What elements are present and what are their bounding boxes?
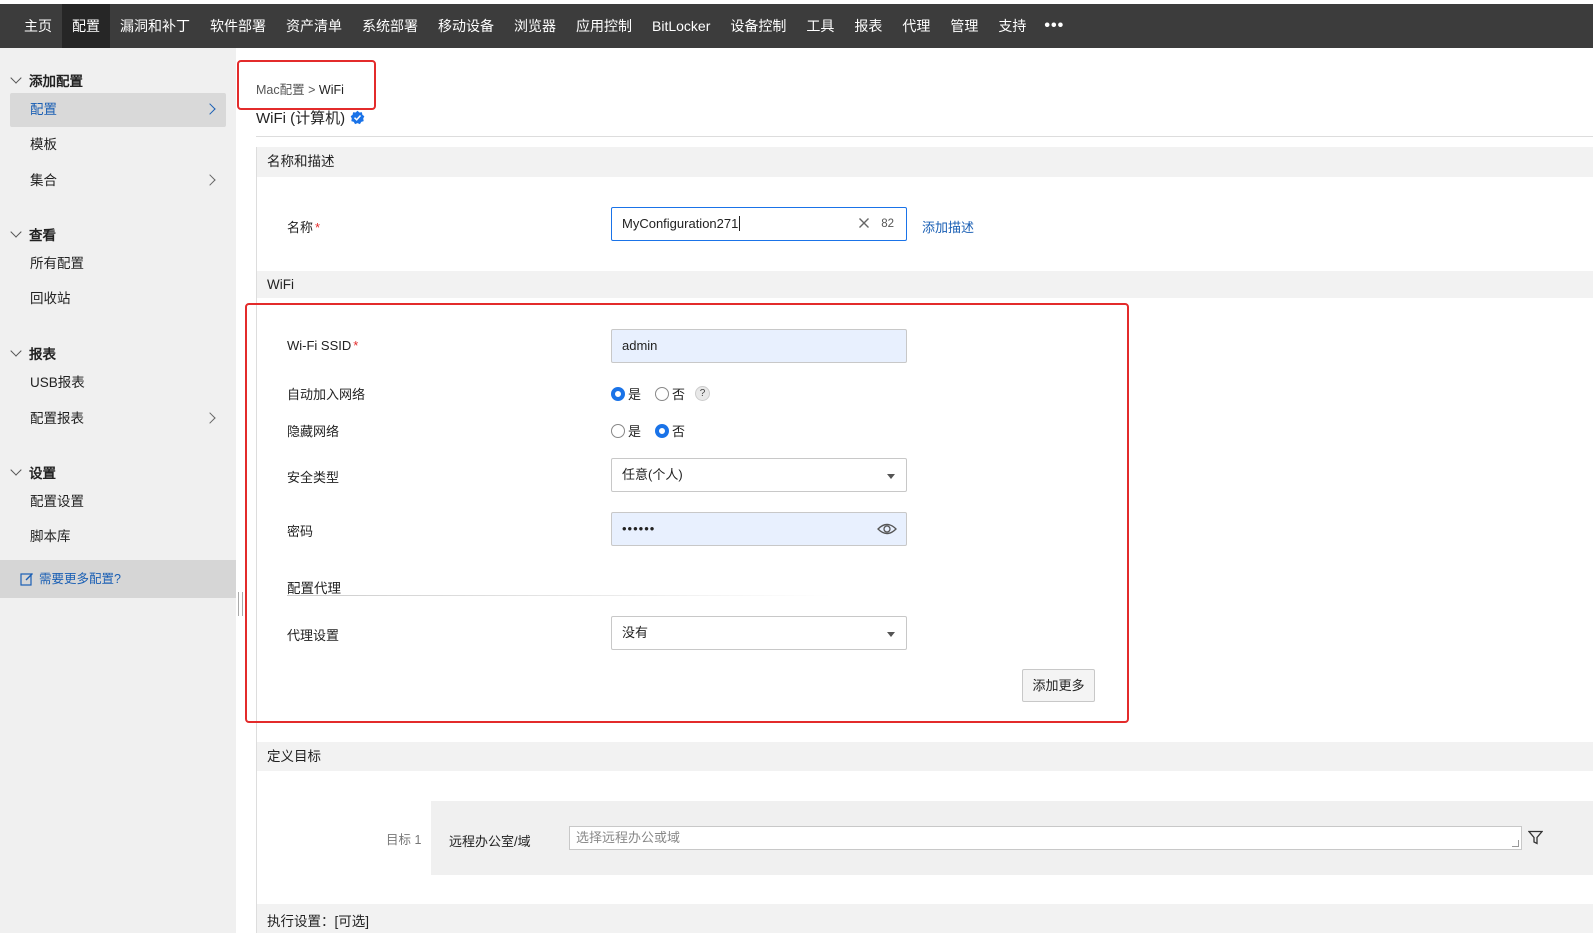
sidebar-item-recycle-bin[interactable]: 回收站 (10, 282, 226, 316)
security-type-label: 安全类型 (287, 470, 340, 485)
name-input[interactable]: MyConfiguration271 82 (611, 207, 907, 241)
verified-badge-icon (350, 110, 365, 125)
proxy-divider (287, 595, 832, 596)
sidebar-heading-settings[interactable]: 设置 (10, 462, 56, 482)
filter-icon[interactable] (1528, 830, 1543, 845)
chevron-right-icon (204, 174, 216, 186)
sidebar: 添加配置 配置 模板 集合 查看 所有配置 回收站 报表 USB报表 配置报表 … (0, 48, 236, 933)
target-number-label: 目标 1 (386, 833, 422, 847)
add-more-button[interactable]: 添加更多 (1022, 669, 1095, 702)
top-navigation: 主页 配置 漏洞和补丁 软件部署 资产清单 系统部署 移动设备 浏览器 应用控制… (0, 4, 1593, 48)
security-type-select[interactable]: 任意(个人) (611, 458, 907, 492)
nav-agent[interactable]: 代理 (892, 4, 940, 48)
ssid-input[interactable]: admin (611, 329, 907, 363)
nav-mobile-devices[interactable]: 移动设备 (428, 4, 504, 48)
nav-inventory[interactable]: 资产清单 (276, 4, 352, 48)
nav-vulnerabilities-patches[interactable]: 漏洞和补丁 (110, 4, 200, 48)
breadcrumb-current: WiFi (318, 83, 344, 97)
proxy-settings-label: 代理设置 (287, 628, 340, 643)
target-type-label: 远程办公室/域 (449, 834, 531, 849)
auto-join-no-radio[interactable] (655, 386, 670, 401)
nav-software-deployment[interactable]: 软件部署 (200, 4, 276, 48)
chevron-down-icon (10, 72, 22, 84)
chevron-down-icon (10, 226, 22, 238)
text-cursor (739, 216, 741, 231)
password-label: 密码 (287, 524, 314, 539)
nav-tools[interactable]: 工具 (796, 4, 844, 48)
nav-bitlocker[interactable]: BitLocker (642, 4, 720, 48)
dropdown-caret-icon (887, 632, 895, 637)
section-header-wifi: WiFi (257, 271, 1593, 298)
sidebar-item-all-configurations[interactable]: 所有配置 (10, 247, 226, 281)
show-password-eye-icon[interactable] (877, 521, 897, 537)
resize-handle-icon[interactable] (1512, 840, 1519, 847)
sidebar-item-usb-reports[interactable]: USB报表 (10, 366, 226, 400)
ssid-label: Wi-Fi SSID * (287, 338, 359, 353)
sidebar-heading-reports[interactable]: 报表 (10, 343, 56, 363)
sidebar-item-config-reports[interactable]: 配置报表 (10, 402, 226, 436)
auto-join-radio-group: 是 否 ? (611, 384, 711, 403)
chevron-down-icon (10, 464, 22, 476)
breadcrumb-parent[interactable]: Mac配置 (256, 83, 305, 97)
chevron-right-icon (204, 103, 216, 115)
clear-icon[interactable] (858, 217, 870, 229)
chevron-right-icon (204, 412, 216, 424)
nav-device-control[interactable]: 设备控制 (720, 4, 796, 48)
nav-os-deployment[interactable]: 系统部署 (352, 4, 428, 48)
sidebar-item-collections[interactable]: 集合 (10, 164, 226, 198)
password-input[interactable]: •••••• (611, 512, 907, 546)
page-title: WiFi (计算机) (256, 107, 365, 128)
section-header-name-description: 名称和描述 (257, 147, 1593, 177)
more-menu-icon[interactable]: ••• (1036, 4, 1072, 48)
hidden-yes-radio[interactable] (611, 423, 625, 438)
nav-support[interactable]: 支持 (988, 4, 1036, 48)
proxy-config-heading: 配置代理 (287, 581, 341, 596)
breadcrumb: Mac配置 > WiFi (256, 79, 344, 98)
remote-office-domain-input[interactable]: 选择远程办公或域 (569, 826, 1522, 850)
nav-browsers[interactable]: 浏览器 (504, 4, 566, 48)
edit-icon (20, 573, 33, 586)
sidebar-heading-view[interactable]: 查看 (10, 224, 56, 244)
char-counter: 82 (881, 218, 894, 230)
nav-home[interactable]: 主页 (14, 4, 62, 48)
sidebar-heading-add-config[interactable]: 添加配置 (10, 70, 83, 90)
auto-join-yes-radio[interactable] (611, 386, 625, 401)
section-header-execution-settings: 执行设置：[可选] (257, 904, 1593, 933)
sidebar-resize-handle[interactable] (238, 592, 243, 616)
section-header-define-target: 定义目标 (257, 742, 1593, 771)
title-divider (256, 136, 1593, 137)
sidebar-item-templates[interactable]: 模板 (10, 128, 226, 162)
sidebar-item-configurations[interactable]: 配置 (10, 93, 226, 127)
add-description-link[interactable]: 添加描述 (922, 217, 974, 236)
sidebar-item-config-settings[interactable]: 配置设置 (10, 485, 226, 519)
chevron-down-icon (10, 345, 22, 357)
sidebar-item-script-library[interactable]: 脚本库 (10, 520, 226, 554)
proxy-settings-select[interactable]: 没有 (611, 616, 907, 650)
breadcrumb-separator: > (308, 83, 316, 97)
help-icon[interactable]: ? (695, 386, 711, 401)
dropdown-caret-icon (887, 474, 895, 479)
need-more-config-link[interactable]: 需要更多配置? (0, 560, 236, 598)
nav-app-control[interactable]: 应用控制 (566, 4, 642, 48)
hidden-network-radio-group: 是 否 (611, 421, 699, 440)
hidden-no-radio[interactable] (655, 423, 670, 438)
nav-reports[interactable]: 报表 (844, 4, 892, 48)
nav-admin[interactable]: 管理 (940, 4, 988, 48)
hidden-network-label: 隐藏网络 (287, 424, 340, 439)
nav-configurations[interactable]: 配置 (62, 4, 110, 48)
name-label: 名称 * (287, 220, 321, 235)
auto-join-label: 自动加入网络 (287, 387, 366, 402)
